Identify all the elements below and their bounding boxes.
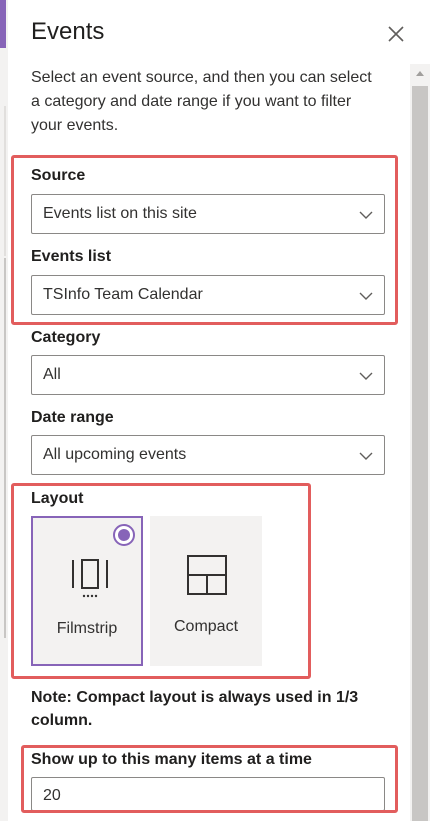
- items-count-input[interactable]: 20: [31, 777, 385, 811]
- source-label: Source: [31, 167, 86, 184]
- chevron-down-icon: [359, 292, 373, 300]
- layout-option-compact[interactable]: Compact: [150, 516, 262, 666]
- date-range-label: Date range: [31, 409, 114, 426]
- scroll-up-button[interactable]: [413, 66, 427, 78]
- category-dropdown[interactable]: All: [31, 355, 385, 395]
- category-label: Category: [31, 329, 101, 346]
- source-value: Events list on this site: [43, 205, 197, 222]
- scrollbar-thumb[interactable]: [412, 86, 428, 821]
- layout-note: Note: Compact layout is always used in 1…: [31, 689, 359, 729]
- date-range-dropdown[interactable]: All upcoming events: [31, 435, 385, 475]
- chevron-down-icon: [359, 452, 373, 460]
- events-list-dropdown[interactable]: TSInfo Team Calendar: [31, 275, 385, 315]
- layout-option-filmstrip[interactable]: Filmstrip: [31, 516, 143, 666]
- divider: [4, 258, 6, 638]
- accent-bar: [0, 0, 6, 48]
- panel-title: Events: [31, 18, 105, 45]
- compact-icon: [187, 555, 227, 595]
- date-range-value: All upcoming events: [43, 446, 187, 463]
- chevron-down-icon: [359, 372, 373, 380]
- close-icon: [388, 26, 404, 42]
- events-property-pane: Events Select an event source, and then …: [0, 0, 430, 821]
- panel-description: Select an event source, and then you can…: [31, 69, 372, 134]
- category-value: All: [43, 366, 61, 383]
- layout-label: Layout: [31, 490, 84, 507]
- items-count-label: Show up to this many items at a time: [31, 751, 312, 768]
- events-list-label: Events list: [31, 248, 112, 265]
- divider: [4, 106, 6, 256]
- compact-label: Compact: [173, 618, 239, 635]
- filmstrip-label: Filmstrip: [56, 620, 118, 637]
- background-page-strip: [0, 0, 8, 821]
- filmstrip-icon: [72, 559, 108, 598]
- caret-up-icon: [416, 71, 424, 76]
- events-list-value: TSInfo Team Calendar: [43, 286, 203, 303]
- close-button[interactable]: [384, 22, 408, 46]
- source-dropdown[interactable]: Events list on this site: [31, 194, 385, 234]
- selected-radio-icon: [113, 524, 135, 546]
- chevron-down-icon: [359, 211, 373, 219]
